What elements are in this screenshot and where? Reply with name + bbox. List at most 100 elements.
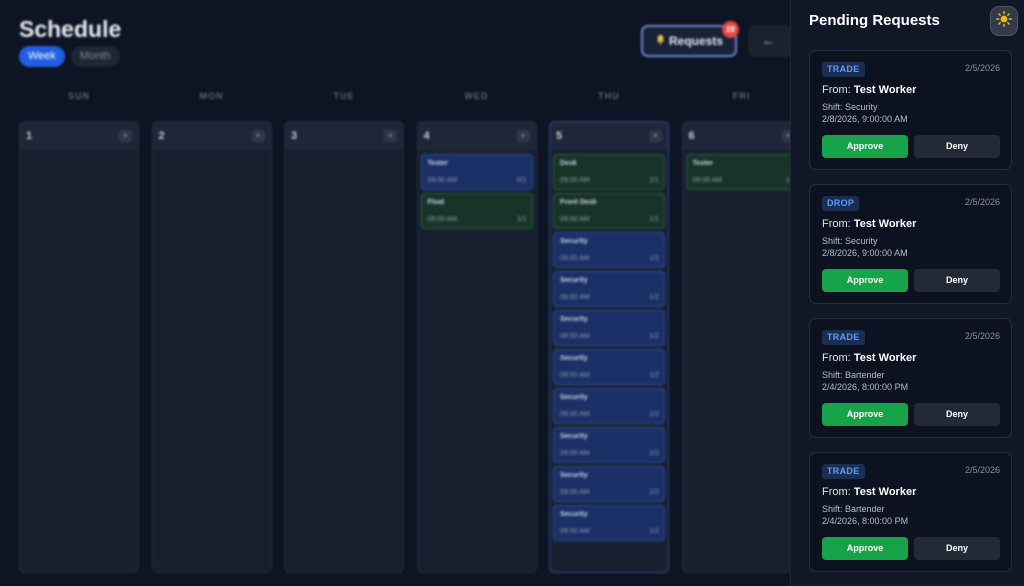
request-date: 2/5/2026 [964, 197, 1000, 207]
add-shift-button[interactable]: + [384, 130, 397, 142]
shift-time: 09:00 AM [560, 528, 590, 535]
day-header: 4 + [417, 122, 536, 150]
deny-button[interactable]: Deny [914, 135, 1000, 158]
shift-name: Security [560, 433, 588, 440]
day-column: 1 + [19, 121, 139, 573]
shift-name: Tester [427, 160, 449, 167]
deny-button[interactable]: Deny [914, 269, 1000, 292]
request-date: 2/5/2026 [964, 63, 1000, 73]
shift-fill-count: 1/1 [649, 216, 659, 223]
arrow-left-icon: ← [762, 33, 775, 48]
shift-fill-count: 1/2 [649, 528, 659, 535]
weekday-label: TUE [333, 91, 355, 101]
shift-card[interactable]: Security 09:00 AM 1/2 [553, 427, 665, 463]
shift-card[interactable]: Security 09:00 AM 1/2 [553, 466, 665, 502]
shift-name: Front Desk [560, 199, 597, 206]
prev-week-button[interactable]: ← [748, 25, 792, 57]
request-from-label: From: [822, 486, 851, 498]
day-column: 6 + Tester 09:00 AM 1/ [681, 121, 802, 573]
shift-card[interactable]: Security 09:00 AM 1/2 [553, 271, 665, 307]
day-number: 4 [423, 130, 430, 142]
request-date: 2/5/2026 [964, 331, 1000, 341]
approve-button[interactable]: Approve [822, 269, 908, 292]
request-card: TRADE 2/5/2026 From: Test Worker Shift: Sec… [809, 50, 1012, 170]
request-shift: Shift: Security [822, 236, 878, 246]
add-shift-button[interactable]: + [251, 130, 265, 142]
day-column: 2 + [151, 121, 272, 573]
day-header: 5 + [550, 122, 668, 150]
shift-card[interactable]: Security 09:00 AM 1/2 [553, 505, 665, 541]
theme-toggle-button[interactable] [990, 6, 1018, 36]
approve-button[interactable]: Approve [822, 135, 908, 158]
shift-fill-count: 1/2 [649, 333, 659, 340]
shift-fill-count: 1/2 [649, 294, 659, 301]
request-from: From: Test Worker [822, 352, 916, 364]
day-header: 1 + [20, 122, 138, 150]
approve-button[interactable]: Approve [822, 537, 908, 560]
request-shift: Shift: Security [822, 102, 878, 112]
shift-fill-count: 0/1 [516, 177, 527, 184]
shift-fill-count: 1/1 [516, 216, 527, 223]
request-datetime: 2/8/2026, 9:00:00 AM [822, 114, 908, 124]
view-month-button[interactable]: Month [70, 46, 120, 67]
add-shift-button[interactable]: + [649, 130, 662, 142]
requests-button[interactable]: Requests 28 [641, 21, 739, 57]
day-column: 5 + Desk 09:00 AM 1/1 Front Desk 09:00 AM 1/1 Se… [549, 121, 669, 573]
request-from-name: Test Worker [853, 218, 917, 230]
shift-card[interactable]: Security 09:00 AM 1/2 [553, 310, 665, 346]
shift-time: 09:00 AM [560, 216, 590, 223]
shift-card[interactable]: Security 09:00 AM 1/2 [553, 388, 665, 424]
shift-fill-count: 1/2 [649, 489, 659, 496]
shift-fill-count: 1/2 [649, 411, 659, 418]
day-number: 2 [158, 130, 165, 142]
request-shift: Shift: Bartender [822, 504, 885, 514]
deny-button[interactable]: Deny [914, 537, 1000, 560]
shift-time: 09:00 AM [427, 216, 458, 223]
shift-fill-count: 1/2 [649, 450, 659, 457]
add-shift-button[interactable]: + [119, 130, 132, 142]
request-from: From: Test Worker [822, 486, 916, 498]
shift-fill-count: 1/2 [649, 372, 659, 379]
shift-time: 09:00 AM [692, 177, 723, 184]
shift-name: Desk [560, 160, 577, 167]
shift-time: 09:00 AM [560, 255, 590, 262]
request-from-name: Test Worker [853, 84, 917, 96]
shift-card[interactable]: Security 09:00 AM 1/2 [553, 349, 665, 385]
shift-card[interactable]: Float 09:00 AM 1/1 [420, 193, 533, 229]
shift-fill-count: 1/1 [649, 177, 659, 184]
shift-name: Security [560, 277, 588, 284]
add-shift-button[interactable]: + [516, 130, 530, 142]
request-from-name: Test Worker [853, 486, 917, 498]
shift-time: 09:00 AM [560, 411, 590, 418]
request-type-badge: TRADE [822, 62, 865, 77]
request-from-label: From: [822, 84, 851, 96]
request-type-badge: DROP [822, 196, 860, 211]
shift-card[interactable]: Security 09:00 AM 1/2 [553, 232, 665, 268]
shift-card[interactable]: Tester 09:00 AM 1/ [685, 154, 798, 190]
request-card: TRADE 2/5/2026 From: Test Worker Shift: Bar… [809, 318, 1012, 438]
approve-button[interactable]: Approve [822, 403, 908, 426]
request-datetime: 2/4/2026, 8:00:00 PM [822, 516, 909, 526]
weekday-label: MON [199, 91, 224, 101]
request-from: From: Test Worker [822, 218, 916, 230]
panel-title: Pending Requests [809, 12, 940, 29]
shift-name: Security [560, 511, 588, 518]
request-type-badge: TRADE [822, 330, 865, 345]
day-number: 5 [556, 130, 563, 142]
pending-requests-panel: Pending Requests TRADE 2/5/2026 From: Test… [790, 0, 1024, 586]
request-shift: Shift: Bartender [822, 370, 885, 380]
shift-card[interactable]: Desk 09:00 AM 1/1 [553, 154, 665, 190]
view-week-button[interactable]: Week [19, 46, 65, 67]
request-datetime: 2/4/2026, 8:00:00 PM [822, 382, 909, 392]
day-column: 3 + [284, 121, 404, 573]
weekday-label: THU [598, 91, 620, 101]
day-number: 6 [688, 130, 695, 142]
request-from-label: From: [822, 352, 851, 364]
day-header: 3 + [285, 122, 403, 150]
deny-button[interactable]: Deny [914, 403, 1000, 426]
shift-card[interactable]: Tester 09:00 AM 0/1 [420, 154, 533, 190]
weekday-label: WED [464, 91, 489, 101]
shift-card[interactable]: Front Desk 09:00 AM 1/1 [553, 193, 665, 229]
request-card: DROP 2/5/2026 From: Test Worker Shift: Secu… [809, 184, 1012, 304]
day-header: 2 + [152, 122, 271, 150]
